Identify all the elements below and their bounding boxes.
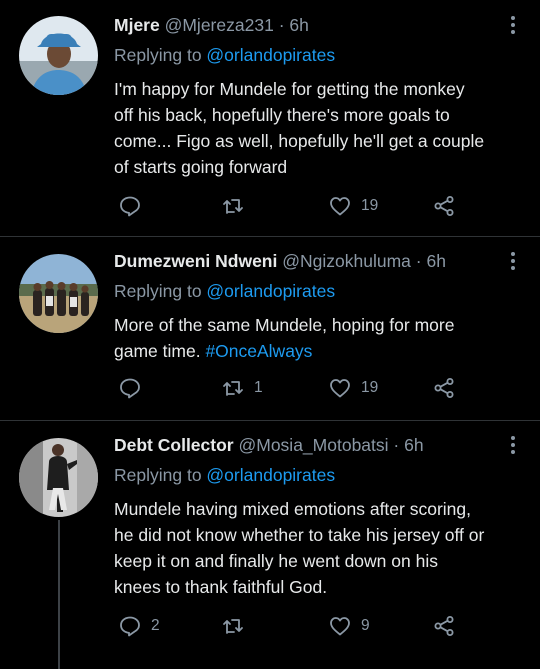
like-count: 19: [361, 197, 379, 214]
replying-to: Replying to @orlandopirates: [114, 42, 335, 68]
replying-to-mention[interactable]: @orlandopirates: [206, 45, 335, 65]
tweet-text-line: Mundele having mixed emotions after scor…: [114, 499, 471, 519]
like-icon: [330, 379, 350, 398]
author-name[interactable]: Dumezweni Ndweni: [114, 251, 277, 271]
separator: ·: [415, 251, 422, 271]
replying-to: Replying to @orlandopirates: [114, 462, 335, 488]
tweet-header: Mjere @Mjereza231 · 6h: [114, 12, 309, 38]
share-button[interactable]: [432, 612, 456, 640]
more-options-icon[interactable]: [510, 16, 516, 36]
reply-button[interactable]: [118, 374, 151, 402]
tweet-text-line: of starts going forward: [114, 157, 288, 177]
replying-to-mention[interactable]: @orlandopirates: [206, 465, 335, 485]
like-icon: [330, 197, 350, 216]
replying-to-label: Replying to: [114, 281, 207, 301]
author-name[interactable]: Debt Collector: [114, 435, 234, 455]
retweet-icon: [223, 381, 243, 396]
tweet[interactable]: Dumezweni Ndweni @Ngizokhuluma · 6h Repl…: [0, 248, 540, 418]
like-button[interactable]: 9: [328, 612, 370, 640]
reply-icon: [120, 378, 140, 399]
tweet-text-line: keep it on and finally he went down on h…: [114, 551, 438, 571]
retweet-button[interactable]: [221, 192, 254, 220]
tweet-header: Dumezweni Ndweni @Ngizokhuluma · 6h: [114, 248, 446, 274]
avatar[interactable]: [19, 16, 98, 95]
timestamp[interactable]: 6h: [404, 435, 423, 455]
tweet-text-line: off his back, hopefully there's more goa…: [114, 105, 450, 125]
tweet-text-line: knees to thank faithful God.: [114, 577, 328, 597]
like-button[interactable]: 19: [328, 192, 378, 220]
like-icon: [330, 617, 350, 636]
retweet-count: 1: [254, 379, 263, 396]
reply-icon: [120, 616, 140, 637]
tweet-actions: 19: [114, 192, 474, 220]
tweet[interactable]: Mjere @Mjereza231 · 6h Replying to @orla…: [0, 12, 540, 232]
reply-icon: [120, 196, 140, 217]
like-button[interactable]: 19: [328, 374, 378, 402]
reply-button[interactable]: [118, 192, 151, 220]
separator: ·: [393, 435, 400, 455]
tweet-divider: [0, 236, 540, 237]
tweet-actions: 2 9: [114, 612, 474, 640]
tweet-text: More of the same Mundele, hoping for mor…: [114, 312, 514, 364]
replying-to-label: Replying to: [114, 45, 207, 65]
tweet-text-line: I'm happy for Mundele for getting the mo…: [114, 79, 465, 99]
more-options-icon[interactable]: [510, 436, 516, 456]
tweet-header: Debt Collector @Mosia_Motobatsi · 6h: [114, 432, 424, 458]
tweet-text-line: game time. #OnceAlways: [114, 338, 514, 364]
tweet[interactable]: Debt Collector @Mosia_Motobatsi · 6h Rep…: [0, 432, 540, 669]
author-handle[interactable]: @Ngizokhuluma: [282, 251, 411, 271]
tweet-actions: 1 19: [114, 374, 474, 402]
retweet-button[interactable]: [221, 612, 254, 640]
like-count: 19: [361, 379, 379, 396]
tweet-text: Mundele having mixed emotions after scor…: [114, 496, 514, 600]
avatar[interactable]: [19, 438, 98, 517]
avatar[interactable]: [19, 254, 98, 333]
retweet-icon: [223, 619, 243, 634]
tweet-text-line: he did not know whether to take his jers…: [114, 525, 485, 545]
thread-connector-line: [58, 520, 60, 669]
share-button[interactable]: [432, 374, 456, 402]
replying-to: Replying to @orlandopirates: [114, 278, 335, 304]
share-icon: [434, 196, 454, 216]
share-button[interactable]: [432, 192, 456, 220]
hashtag-link[interactable]: #OnceAlways: [205, 341, 312, 361]
timestamp[interactable]: 6h: [289, 15, 308, 35]
share-icon: [434, 616, 454, 636]
avatar-image: [19, 438, 98, 517]
retweet-button[interactable]: 1: [221, 374, 263, 402]
tweet-divider: [0, 420, 540, 421]
tweet-feed: Mjere @Mjereza231 · 6h Replying to @orla…: [0, 0, 540, 669]
replying-to-mention[interactable]: @orlandopirates: [206, 281, 335, 301]
reply-button[interactable]: 2: [118, 612, 160, 640]
tweet-text-line: More of the same Mundele, hoping for mor…: [114, 315, 455, 335]
author-handle[interactable]: @Mosia_Motobatsi: [238, 435, 388, 455]
author-name[interactable]: Mjere: [114, 15, 160, 35]
tweet-text-line: come... Figo as well, hopefully he'll ge…: [114, 131, 485, 151]
replying-to-label: Replying to: [114, 465, 207, 485]
separator: ·: [278, 15, 285, 35]
timestamp[interactable]: 6h: [426, 251, 445, 271]
more-options-icon[interactable]: [510, 252, 516, 272]
author-handle[interactable]: @Mjereza231: [165, 15, 274, 35]
tweet-text: I'm happy for Mundele for getting the mo…: [114, 76, 514, 180]
share-icon: [434, 378, 454, 398]
tweet-text-segment: game time.: [114, 341, 206, 361]
avatar-image: [19, 16, 98, 95]
reply-count: 2: [151, 617, 160, 634]
avatar-image: [19, 254, 98, 333]
like-count: 9: [361, 617, 370, 634]
retweet-icon: [223, 199, 243, 214]
